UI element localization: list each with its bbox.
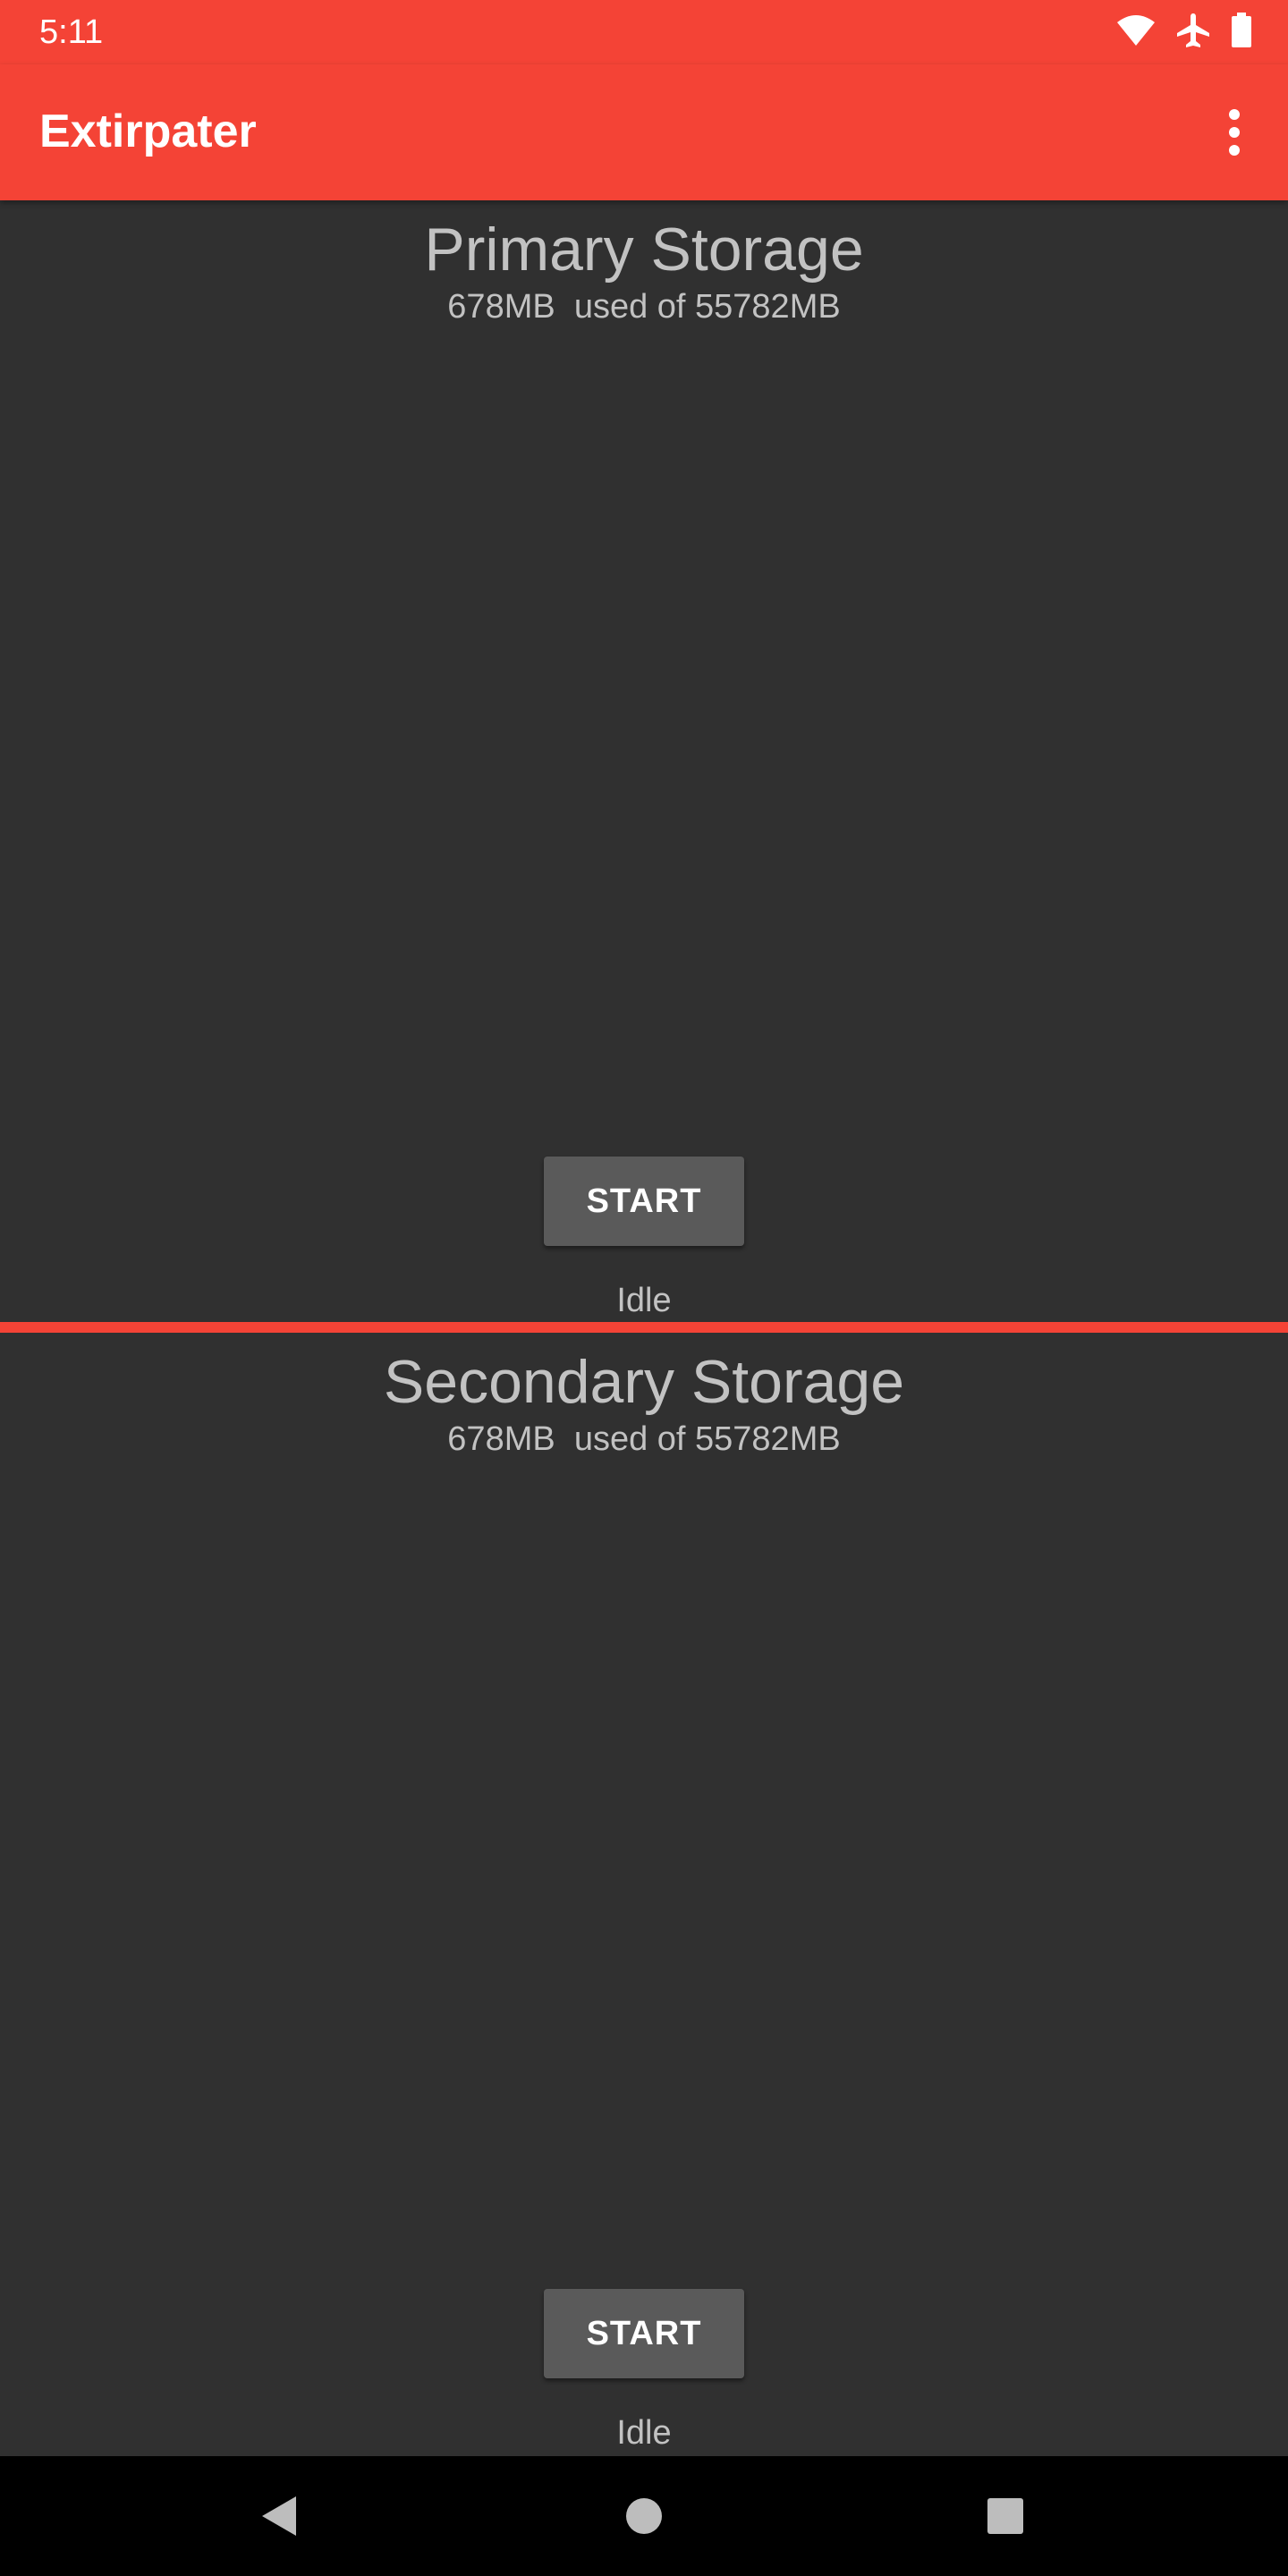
more-vert-icon[interactable]: [1208, 97, 1261, 168]
secondary-storage-panel: Secondary Storage 678MB used of 55782MB …: [0, 1333, 1288, 2456]
secondary-start-button[interactable]: START: [544, 2289, 744, 2378]
status-bar: 5:11: [0, 0, 1288, 64]
menu-dot: [1229, 145, 1240, 156]
panel-divider: [0, 1322, 1288, 1333]
battery-icon: [1231, 12, 1252, 53]
secondary-status-text: Idle: [616, 2414, 672, 2452]
airplane-mode-icon: [1175, 12, 1211, 54]
primary-storage-panel: Primary Storage 678MB used of 55782MB ST…: [0, 200, 1288, 1324]
menu-dot: [1229, 109, 1240, 120]
primary-storage-title: Primary Storage: [424, 216, 864, 284]
primary-start-button[interactable]: START: [544, 1157, 744, 1246]
primary-status-text: Idle: [616, 1282, 672, 1319]
back-icon[interactable]: [234, 2471, 324, 2561]
app-bar: Extirpater: [0, 64, 1288, 200]
menu-dot: [1229, 127, 1240, 138]
secondary-storage-usage: 678MB used of 55782MB: [447, 1420, 841, 1458]
navigation-bar: [0, 2456, 1288, 2576]
recents-icon[interactable]: [961, 2471, 1050, 2561]
secondary-storage-title: Secondary Storage: [383, 1348, 905, 1416]
status-time: 5:11: [39, 13, 104, 51]
home-icon[interactable]: [599, 2471, 689, 2561]
status-icons: [1116, 11, 1252, 54]
app-title: Extirpater: [39, 106, 257, 157]
primary-storage-usage: 678MB used of 55782MB: [447, 288, 841, 326]
wifi-icon: [1116, 13, 1156, 52]
